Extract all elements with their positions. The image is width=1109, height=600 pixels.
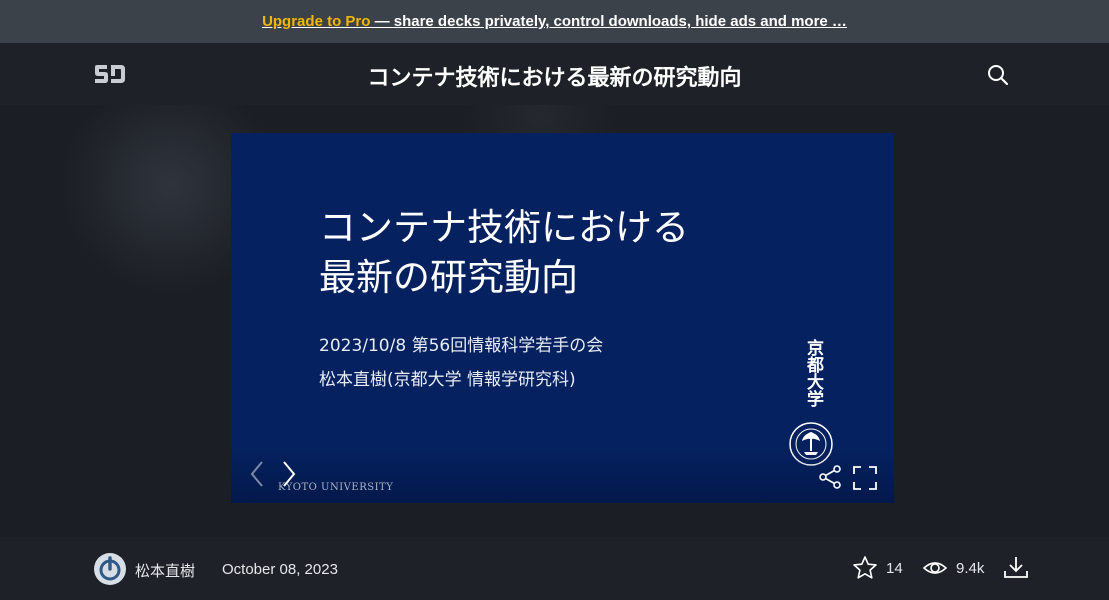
chevron-left-icon[interactable] xyxy=(247,459,269,489)
upgrade-link[interactable]: Upgrade to Pro — share decks privately, … xyxy=(262,13,847,30)
deck-footer: 松本直樹 October 08, 2023 14 9.4k xyxy=(0,537,1109,600)
chevron-right-icon[interactable] xyxy=(277,459,299,489)
slide-title-line: 最新の研究動向 xyxy=(319,256,578,299)
slide-stage: コンテナ技術における 最新の研究動向 2023/10/8 第56回情報科学若手の… xyxy=(0,105,1109,537)
publish-date: October 08, 2023 xyxy=(222,561,338,578)
page-title: コンテナ技術における最新の研究動向 xyxy=(367,66,742,91)
promo-banner: Upgrade to Pro — share decks privately, … xyxy=(0,0,1109,43)
university-name-vertical: 京都大学 xyxy=(803,339,823,407)
views-stat: 9.4k xyxy=(922,555,984,581)
author-name[interactable]: 松本直樹 xyxy=(135,560,195,581)
slide-subtitle-line: 松本直樹(京都大学 情報学研究科) xyxy=(319,370,576,390)
download-icon[interactable] xyxy=(1003,555,1029,581)
fullscreen-icon[interactable] xyxy=(852,465,878,491)
avatar[interactable] xyxy=(94,553,126,585)
slide-title: コンテナ技術における 最新の研究動向 xyxy=(319,203,799,303)
view-count: 9.4k xyxy=(956,559,985,577)
header: コンテナ技術における最新の研究動向 xyxy=(0,43,1109,105)
upgrade-pro-label[interactable]: Upgrade to Pro xyxy=(262,13,370,30)
star-icon xyxy=(853,556,877,579)
slide-title-line: コンテナ技術における xyxy=(319,206,689,249)
slide-viewer[interactable]: コンテナ技術における 最新の研究動向 2023/10/8 第56回情報科学若手の… xyxy=(231,133,894,503)
star-count: 14 xyxy=(886,559,903,577)
slide-controls-bar xyxy=(231,447,894,503)
star-button[interactable]: 14 xyxy=(852,555,903,581)
share-icon[interactable] xyxy=(817,464,843,490)
upgrade-text[interactable]: — share decks privately, control downloa… xyxy=(370,13,847,30)
search-icon[interactable] xyxy=(986,63,1010,87)
eye-icon xyxy=(922,562,948,574)
slide-subtitle: 2023/10/8 第56回情報科学若手の会 松本直樹(京都大学 情報学研究科) xyxy=(319,329,739,397)
slide-subtitle-line: 2023/10/8 第56回情報科学若手の会 xyxy=(319,336,604,356)
